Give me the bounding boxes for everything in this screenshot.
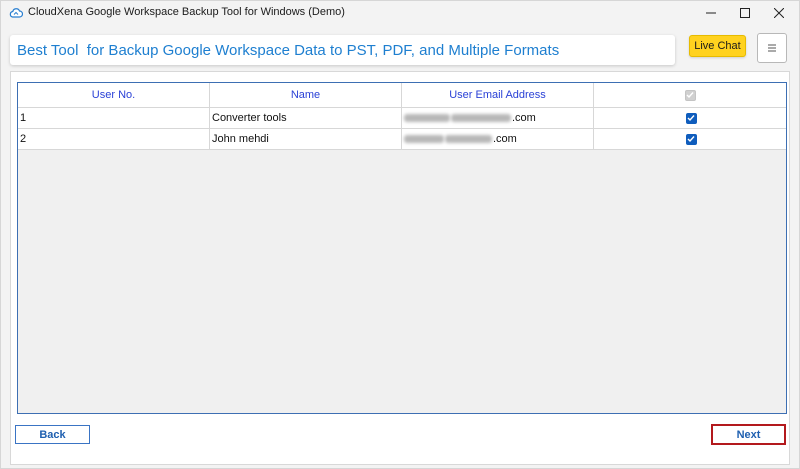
column-header-select[interactable] [594, 83, 786, 108]
checkmark-icon [687, 115, 695, 122]
cell-email: .com [402, 129, 594, 150]
cell-select[interactable] [594, 108, 786, 129]
checkmark-icon [686, 92, 694, 99]
column-header-email[interactable]: User Email Address [402, 83, 594, 108]
window-title: CloudXena Google Workspace Backup Tool f… [28, 6, 345, 18]
main-panel: User No. Name User Email Address 1 Conve… [10, 71, 790, 465]
column-header-name[interactable]: Name [210, 83, 402, 108]
cell-name: John mehdi [210, 129, 402, 150]
cloud-app-icon [9, 8, 23, 18]
redacted-text [451, 114, 511, 122]
live-chat-button[interactable]: Live Chat [689, 35, 746, 57]
cell-select[interactable] [594, 129, 786, 150]
cell-name: Converter tools [210, 108, 402, 129]
cell-user-no: 1 [18, 108, 210, 129]
table-row[interactable]: 1 Converter tools .com [18, 108, 786, 129]
row-checkbox[interactable] [685, 112, 697, 124]
email-value: .com [404, 133, 517, 145]
hamburger-menu-icon [768, 44, 776, 52]
redacted-text [445, 135, 492, 143]
users-grid[interactable]: User No. Name User Email Address 1 Conve… [17, 82, 787, 414]
banner-text: Best Tool for Backup Google Workspace Da… [17, 42, 560, 59]
email-suffix: .com [512, 112, 536, 124]
email-suffix: .com [493, 133, 517, 145]
minimize-button[interactable] [694, 1, 728, 25]
title-bar[interactable]: CloudXena Google Workspace Backup Tool f… [1, 1, 799, 25]
grid-header: User No. Name User Email Address [18, 83, 786, 108]
cell-user-no: 2 [18, 129, 210, 150]
menu-button[interactable] [757, 33, 787, 63]
tagline-banner: Best Tool for Backup Google Workspace Da… [10, 35, 675, 65]
select-all-checkbox[interactable] [684, 89, 696, 101]
close-icon [774, 8, 784, 18]
redacted-text [404, 114, 450, 122]
column-header-user-no[interactable]: User No. [18, 83, 210, 108]
maximize-icon [740, 8, 750, 18]
table-row[interactable]: 2 John mehdi .com [18, 129, 786, 150]
maximize-button[interactable] [728, 1, 762, 25]
next-button[interactable]: Next [711, 424, 786, 445]
email-value: .com [404, 112, 536, 124]
redacted-text [404, 135, 444, 143]
close-button[interactable] [762, 1, 796, 25]
row-checkbox[interactable] [685, 133, 697, 145]
minimize-icon [706, 12, 716, 14]
cell-email: .com [402, 108, 594, 129]
back-button[interactable]: Back [15, 425, 90, 444]
app-window: CloudXena Google Workspace Backup Tool f… [0, 0, 800, 469]
checkmark-icon [687, 136, 695, 143]
